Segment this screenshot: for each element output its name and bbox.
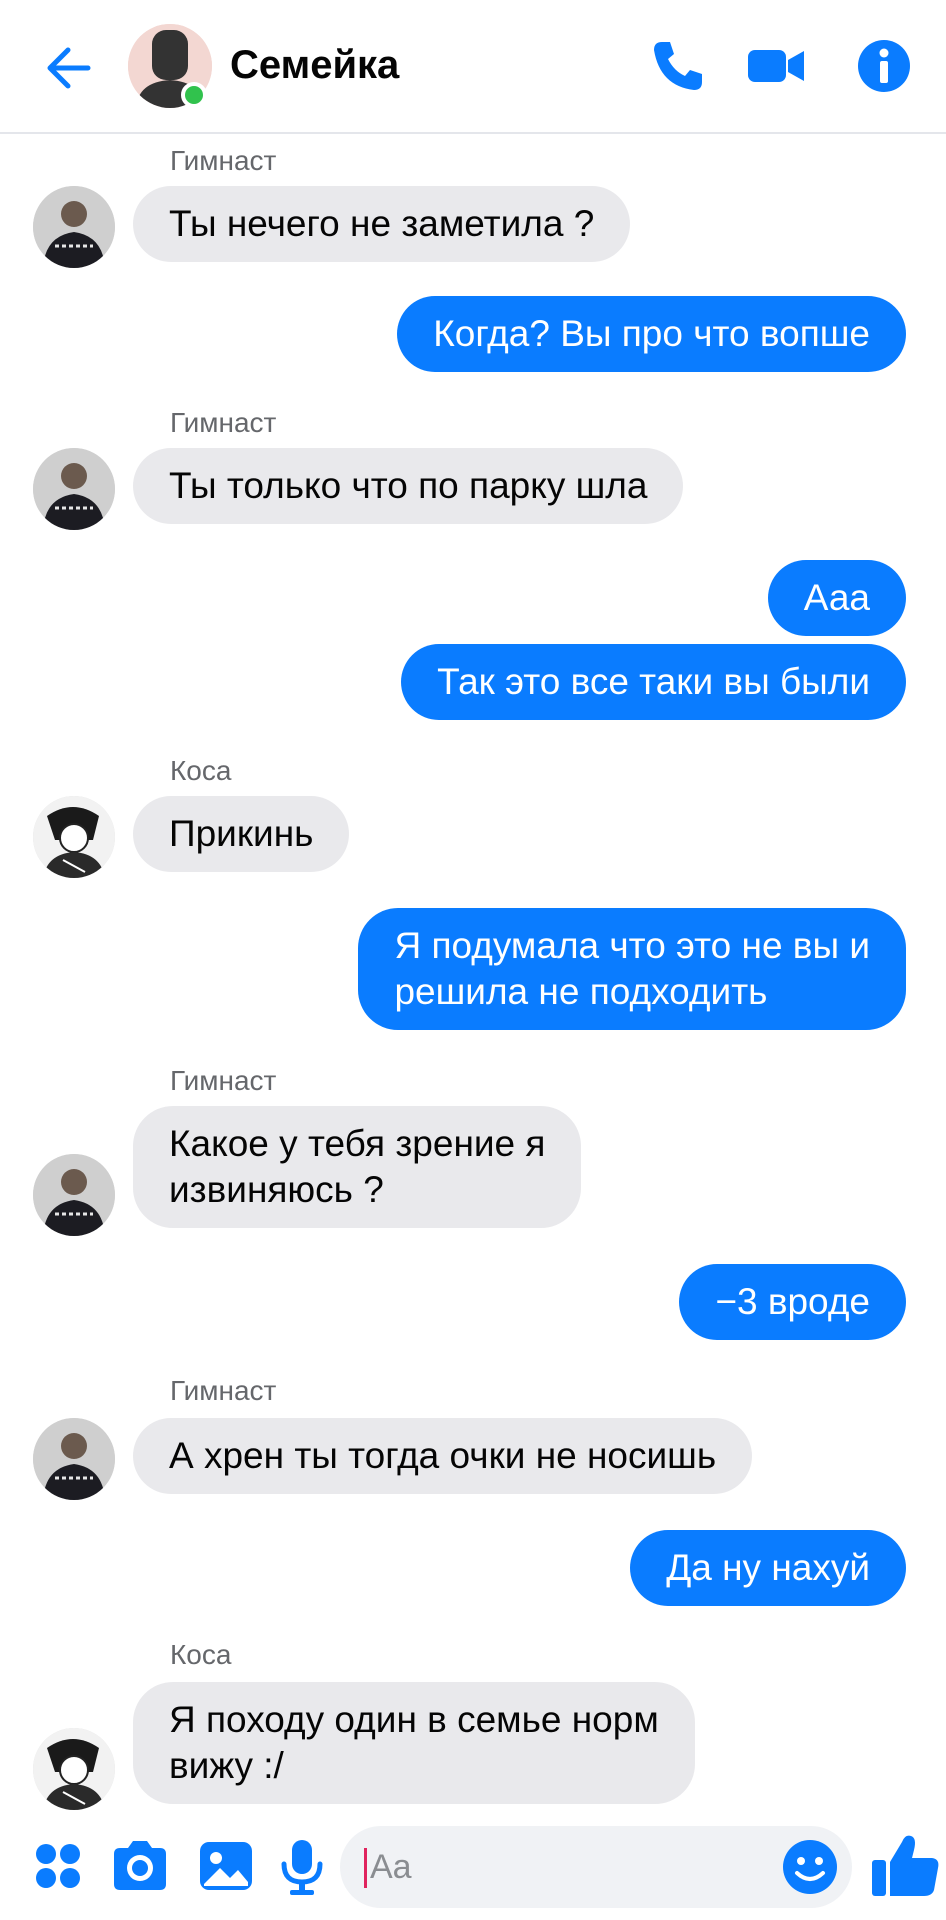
incoming-message[interactable]: Ты только что по парку шла: [133, 448, 684, 524]
outgoing-message[interactable]: Так это все таки вы были: [401, 644, 906, 720]
avatar-kosa[interactable]: [33, 1728, 115, 1810]
incoming-message[interactable]: Ты нечего не заметила ?: [133, 186, 631, 262]
outgoing-message[interactable]: Ааа: [767, 560, 906, 636]
emoji-icon[interactable]: [778, 1835, 842, 1899]
outgoing-message[interactable]: −3 вроде: [679, 1264, 906, 1340]
incoming-message[interactable]: Какое у тебя зрение я извиняюсь ?: [133, 1106, 582, 1228]
back-arrow-icon[interactable]: [40, 38, 100, 98]
avatar-gymnast[interactable]: [33, 448, 115, 530]
sender-name: Гимнаст: [170, 407, 277, 438]
incoming-message[interactable]: А хрен ты тогда очки не носишь: [133, 1418, 753, 1494]
chat-header: Семейка: [0, 0, 946, 134]
camera-icon[interactable]: [108, 1834, 172, 1898]
sender-name: Гимнаст: [170, 1065, 277, 1096]
apps-icon[interactable]: [26, 1834, 90, 1898]
avatar-gymnast[interactable]: [33, 1154, 115, 1236]
chat-title[interactable]: Семейка: [230, 40, 399, 90]
sender-name: Гимнаст: [170, 145, 277, 176]
video-camera-icon[interactable]: [746, 36, 806, 96]
message-composer: Aa: [0, 1814, 946, 1920]
message-input[interactable]: Aa: [340, 1826, 852, 1908]
online-status-dot: [181, 82, 207, 108]
message-input-placeholder: Aa: [370, 1848, 412, 1886]
info-icon[interactable]: [854, 36, 914, 96]
microphone-icon[interactable]: [270, 1834, 334, 1898]
outgoing-message[interactable]: Когда? Вы про что вопше: [397, 296, 906, 372]
incoming-message[interactable]: Прикинь: [133, 796, 350, 872]
text-caret: [364, 1848, 367, 1888]
avatar-kosa[interactable]: [33, 796, 115, 878]
outgoing-message[interactable]: Да ну нахуй: [630, 1530, 906, 1606]
sender-name: Коса: [170, 755, 232, 786]
outgoing-message[interactable]: Я подумала что это не вы и решила не под…: [358, 908, 906, 1030]
image-icon[interactable]: [194, 1834, 258, 1898]
message-list[interactable]: Гимнаст Ты нечего не заметила ? Когда? В…: [0, 134, 946, 1814]
avatar-gymnast[interactable]: [33, 186, 115, 268]
sender-name: Гимнаст: [170, 1375, 277, 1406]
phone-icon[interactable]: [648, 36, 708, 96]
avatar-gymnast[interactable]: [33, 1418, 115, 1500]
incoming-message[interactable]: Я походу один в семье норм вижу :/: [133, 1682, 695, 1804]
thumbs-up-icon[interactable]: [868, 1830, 942, 1900]
sender-name: Коса: [170, 1639, 232, 1670]
